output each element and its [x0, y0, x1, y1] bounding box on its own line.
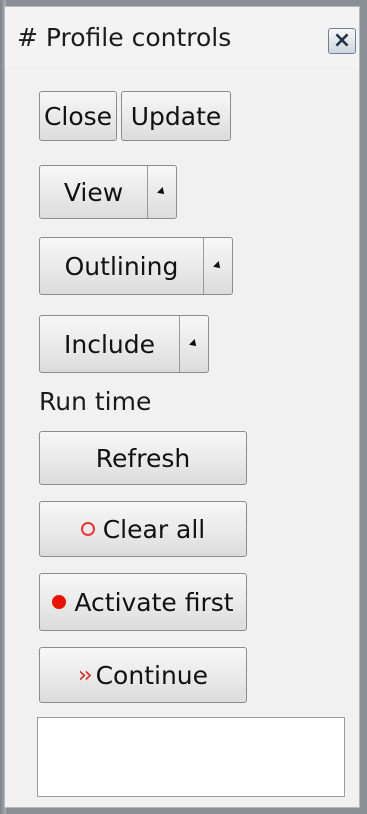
dropdown-arrow-icon: [213, 261, 223, 271]
update-button[interactable]: Update: [121, 91, 231, 141]
activate-first-label: Activate first: [74, 587, 234, 617]
refresh-button[interactable]: Refresh: [39, 431, 247, 485]
double-chevron-icon: ››: [77, 662, 93, 688]
clear-all-button[interactable]: Clear all: [39, 501, 247, 557]
profile-controls-panel: # Profile controls × Close Update View O…: [4, 6, 360, 808]
view-dropdown[interactable]: View: [39, 165, 177, 219]
panel-title: # Profile controls: [17, 23, 232, 52]
panel-titlebar: # Profile controls ×: [5, 7, 359, 67]
filled-circle-icon: [52, 595, 67, 609]
outlining-dropdown-label: Outlining: [64, 251, 179, 281]
clear-all-label: Clear all: [102, 514, 206, 544]
continue-label: Continue: [95, 660, 209, 690]
outlining-dropdown[interactable]: Outlining: [39, 237, 233, 295]
hollow-circle-icon: [80, 522, 95, 536]
run-time-label: Run time: [39, 387, 152, 416]
include-dropdown[interactable]: Include: [39, 315, 209, 373]
view-dropdown-label: View: [63, 177, 124, 207]
activate-first-button[interactable]: Activate first: [39, 573, 247, 631]
dropdown-arrow-icon: [157, 187, 167, 197]
continue-button[interactable]: ›› Continue: [39, 647, 247, 703]
dropdown-arrow-icon: [189, 339, 199, 349]
close-icon[interactable]: ×: [328, 28, 356, 54]
include-dropdown-arrow[interactable]: [179, 316, 208, 372]
include-dropdown-label: Include: [63, 329, 155, 359]
view-dropdown-arrow[interactable]: [147, 166, 176, 218]
outlining-dropdown-arrow[interactable]: [203, 238, 232, 294]
close-button[interactable]: Close: [39, 91, 117, 141]
output-field[interactable]: [37, 717, 345, 797]
